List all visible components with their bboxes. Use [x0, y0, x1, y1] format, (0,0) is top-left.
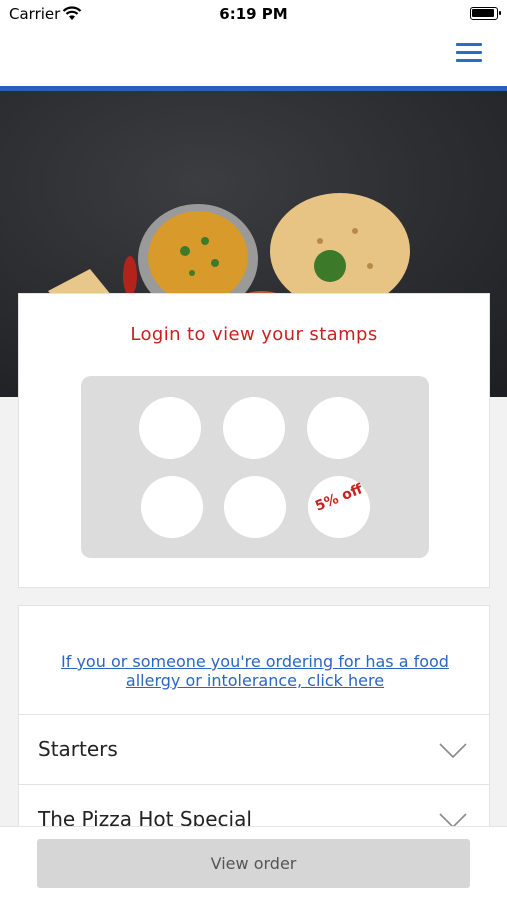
battery-icon	[470, 7, 501, 20]
status-bar: Carrier 6:19 PM	[0, 0, 507, 28]
category-row-starters[interactable]: Starters	[19, 714, 489, 784]
login-stamps-prompt[interactable]: Login to view your stamps	[19, 324, 489, 345]
bottom-bar: View order	[0, 826, 507, 900]
stamp-slot	[139, 397, 201, 459]
chevron-down-icon	[439, 743, 467, 759]
app-header	[0, 28, 507, 86]
stamp-slot	[224, 476, 286, 538]
stamp-grid: 5% off	[81, 376, 429, 558]
stamp-slot	[223, 397, 285, 459]
view-order-button[interactable]: View order	[37, 839, 470, 888]
stamp-slot	[141, 476, 203, 538]
hamburger-menu-icon[interactable]	[456, 40, 482, 64]
allergy-info-link[interactable]: If you or someone you're ordering for ha…	[39, 652, 471, 690]
reward-label: 5% off	[312, 481, 365, 515]
category-label: Starters	[38, 737, 118, 761]
stamp-slot	[307, 397, 369, 459]
reward-stamp: 5% off	[308, 476, 370, 538]
stamp-card: Login to view your stamps 5% off	[18, 293, 490, 588]
clock: 6:19 PM	[219, 5, 288, 23]
